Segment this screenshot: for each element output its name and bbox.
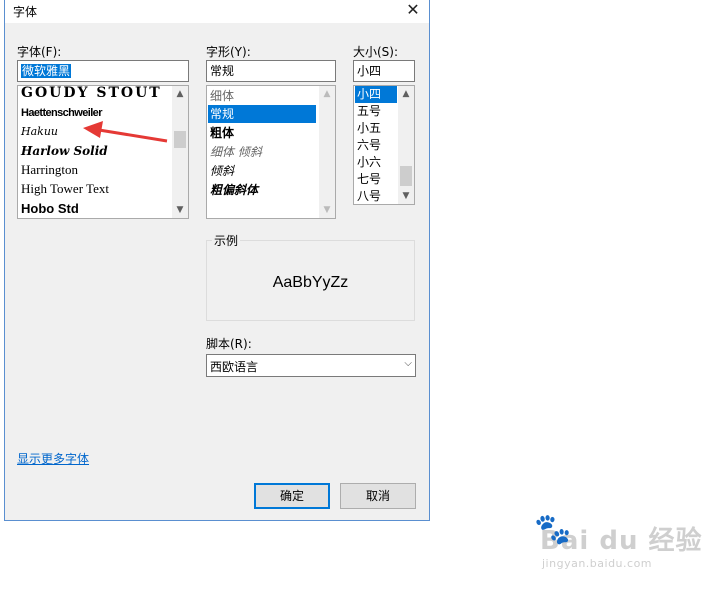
style-list-scrollbar[interactable]: ▲ ▼ bbox=[319, 86, 335, 218]
preview-sample-text: AaBbYyZz bbox=[272, 274, 349, 291]
preview-label: 示例 bbox=[212, 232, 241, 249]
font-list[interactable]: GOUDY STOUT Haettenschweiler Hakuu Harlo… bbox=[17, 85, 189, 219]
preview-group: AaBbYyZz bbox=[206, 240, 415, 321]
annotation-arrow-icon bbox=[83, 121, 168, 143]
font-list-scrollbar[interactable]: ▲ ▼ bbox=[172, 86, 188, 218]
scroll-up-icon[interactable]: ▲ bbox=[319, 87, 335, 101]
scroll-down-icon[interactable]: ▼ bbox=[319, 203, 335, 217]
size-item-liuhao[interactable]: 六号 bbox=[355, 136, 381, 154]
font-item-goudy-stout[interactable]: GOUDY STOUT bbox=[19, 86, 162, 102]
font-item-harrington[interactable]: Harrington bbox=[19, 161, 78, 179]
size-item-xiaowu[interactable]: 小五 bbox=[355, 119, 381, 137]
script-label: 脚本(R): bbox=[206, 337, 252, 351]
style-list[interactable]: 细体 常规 粗体 细体 倾斜 倾斜 粗偏斜体 ▲ ▼ bbox=[206, 85, 336, 219]
title-bar: 字体 ✕ bbox=[5, 0, 429, 23]
watermark-sub: jingyan.baidu.com bbox=[542, 557, 653, 570]
show-more-fonts-link[interactable]: 显示更多字体 bbox=[17, 450, 89, 467]
scroll-thumb[interactable] bbox=[400, 166, 412, 186]
chevron-down-icon: ⌵ bbox=[404, 358, 412, 369]
font-label: 字体(F): bbox=[17, 45, 62, 59]
size-item-qihao[interactable]: 七号 bbox=[355, 170, 381, 188]
size-input-value: 小四 bbox=[357, 64, 382, 78]
size-list-scrollbar[interactable]: ▲ ▼ bbox=[398, 86, 414, 204]
cancel-button[interactable]: 取消 bbox=[340, 483, 416, 509]
font-name-value: 微软雅黑 bbox=[21, 64, 72, 78]
font-item-hakuu[interactable]: Hakuu bbox=[19, 123, 58, 141]
scroll-up-icon[interactable]: ▲ bbox=[172, 87, 188, 101]
ok-button[interactable]: 确定 bbox=[254, 483, 330, 509]
font-item-high-tower-text[interactable]: High Tower Text bbox=[19, 180, 109, 198]
font-item-hobo-std[interactable]: Hobo Std bbox=[19, 200, 79, 218]
dialog-title: 字体 bbox=[13, 5, 38, 19]
baidu-watermark: 🐾 Bai du 经验 jingyan.baidu.com bbox=[534, 512, 703, 570]
size-item-xiaoliu[interactable]: 小六 bbox=[355, 153, 381, 171]
script-select-value: 西欧语言 bbox=[210, 360, 259, 374]
size-input[interactable]: 小四 bbox=[353, 60, 415, 82]
style-item-regular[interactable]: 常规 bbox=[208, 105, 316, 123]
size-item-bahao[interactable]: 八号 bbox=[355, 187, 381, 204]
style-input[interactable]: 常规 bbox=[206, 60, 336, 82]
scroll-down-icon[interactable]: ▼ bbox=[172, 203, 188, 217]
style-item-italic[interactable]: 倾斜 bbox=[208, 162, 316, 180]
style-input-value: 常规 bbox=[210, 64, 235, 78]
font-name-input[interactable]: 微软雅黑 bbox=[17, 60, 189, 82]
size-item-wuhao[interactable]: 五号 bbox=[355, 102, 381, 120]
size-list[interactable]: 小四 五号 小五 六号 小六 七号 八号 ▲ ▼ bbox=[353, 85, 415, 205]
style-label: 字形(Y): bbox=[206, 45, 251, 59]
scroll-up-icon[interactable]: ▲ bbox=[398, 87, 414, 101]
paw-logo-icon: 🐾 bbox=[534, 512, 572, 547]
script-select[interactable]: 西欧语言 ⌵ bbox=[206, 354, 416, 377]
size-label: 大小(S): bbox=[353, 45, 399, 59]
scroll-down-icon[interactable]: ▼ bbox=[398, 189, 414, 203]
style-item-thin[interactable]: 细体 bbox=[208, 87, 316, 105]
style-item-thin-italic[interactable]: 细体 倾斜 bbox=[208, 143, 316, 161]
font-dialog: 字体 ✕ 字体(F): 微软雅黑 GOUDY STOUT Haettenschw… bbox=[4, 0, 430, 521]
size-item-xiaosi[interactable]: 小四 bbox=[355, 86, 397, 103]
scroll-thumb[interactable] bbox=[174, 131, 186, 148]
font-item-haettenschweiler[interactable]: Haettenschweiler bbox=[19, 104, 102, 122]
close-icon[interactable]: ✕ bbox=[397, 0, 429, 23]
style-item-bold-italic[interactable]: 粗偏斜体 bbox=[208, 181, 316, 199]
style-item-bold[interactable]: 粗体 bbox=[208, 124, 316, 142]
